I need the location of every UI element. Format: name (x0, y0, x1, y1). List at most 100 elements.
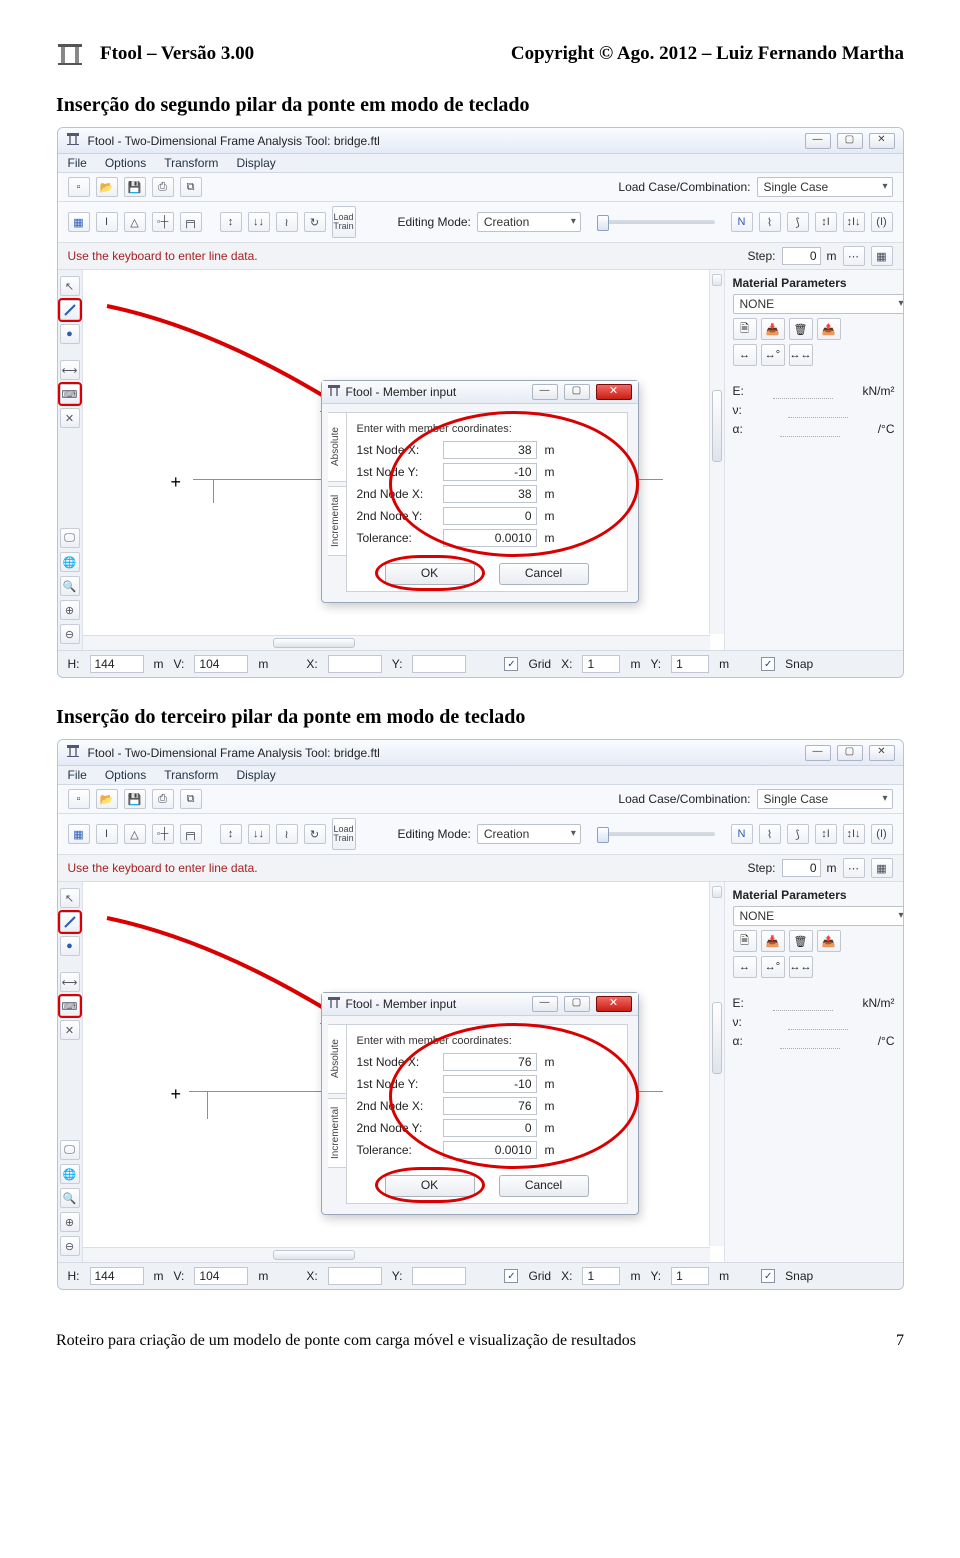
tool-select-icon[interactable]: ↖ (60, 276, 80, 296)
step-dot-icon[interactable]: ⋯ (843, 246, 865, 266)
menu-transform[interactable]: Transform (164, 768, 218, 782)
drawing-canvas[interactable]: + Ftool - Member input (83, 882, 725, 1262)
minimize-icon[interactable]: — (805, 133, 831, 149)
tool-cancel-icon[interactable]: ✕ (60, 1020, 80, 1040)
print-icon[interactable]: ⎙ (152, 789, 174, 809)
mat-import-icon[interactable]: 📥 (761, 930, 785, 952)
dialog-maximize-icon[interactable]: ▢ (564, 996, 590, 1012)
tool-temp-icon[interactable]: ≀ (276, 212, 298, 232)
tool-support-icon[interactable]: ▦ (68, 212, 90, 232)
close-icon[interactable]: ✕ (869, 745, 895, 761)
tool-dim-icon[interactable]: ⟷ (60, 360, 80, 380)
dialog-minimize-icon[interactable]: — (532, 384, 558, 400)
diagram-q-icon[interactable]: ⌇ (759, 824, 781, 844)
window-buttons[interactable]: — ▢ ✕ (805, 133, 895, 149)
cancel-button[interactable]: Cancel (499, 1175, 589, 1197)
menu-file[interactable]: File (68, 768, 87, 782)
diagram-n-icon[interactable]: N (731, 212, 753, 232)
step-value[interactable]: 0 (782, 859, 821, 877)
input-1sty[interactable]: -10 (443, 1075, 537, 1093)
menu-transform[interactable]: Transform (164, 156, 218, 170)
tool-cancel-icon[interactable]: ✕ (60, 408, 80, 428)
tool-keyboard-icon[interactable]: ⌨ (60, 384, 80, 404)
maximize-icon[interactable]: ▢ (837, 133, 863, 149)
diagram-n-icon[interactable]: N (731, 824, 753, 844)
tool-select-icon[interactable]: ↖ (60, 888, 80, 908)
tool-frame-icon[interactable]: ╒╕ (180, 824, 202, 844)
menu-display[interactable]: Display (236, 156, 275, 170)
mat-assign3-icon[interactable]: ↔↔ (789, 344, 813, 366)
minimize-icon[interactable]: — (805, 745, 831, 761)
tool-i-icon[interactable]: I (96, 824, 118, 844)
menubar[interactable]: File Options Transform Display (58, 766, 903, 785)
load-train-button[interactable]: Load Train (332, 206, 356, 238)
material-select[interactable]: NONE (733, 294, 904, 314)
diagram-il1-icon[interactable]: ↕I (815, 824, 837, 844)
step-dot-icon[interactable]: ⋯ (843, 858, 865, 878)
grid-x-value[interactable]: 1 (582, 655, 620, 673)
menu-display[interactable]: Display (236, 768, 275, 782)
tool-hinge-icon[interactable]: ◦┼ (152, 824, 174, 844)
tool-dload-icon[interactable]: ↓↓ (248, 824, 270, 844)
input-2ndx[interactable]: 76 (443, 1097, 537, 1115)
mat-new-icon[interactable]: 🗎 (733, 318, 757, 340)
tool-arrow-icon[interactable]: ↕ (220, 824, 242, 844)
tool-node-icon[interactable]: ● (60, 324, 80, 344)
zoom-in-icon[interactable]: ⊕ (60, 600, 80, 620)
mat-new-icon[interactable]: 🗎 (733, 930, 757, 952)
grid-y-value[interactable]: 1 (671, 1267, 709, 1285)
vertical-scrollbar[interactable] (709, 882, 724, 1246)
menu-options[interactable]: Options (105, 156, 146, 170)
dialog-close-icon[interactable]: ✕ (596, 996, 632, 1012)
print-icon[interactable]: ⎙ (152, 177, 174, 197)
mat-assign2-icon[interactable]: ↔° (761, 344, 785, 366)
tool-i-icon[interactable]: I (96, 212, 118, 232)
tool-moment-icon[interactable]: ↻ (304, 212, 326, 232)
snap-checkbox[interactable]: ✓ (761, 1269, 775, 1283)
tool-node-icon[interactable]: ● (60, 936, 80, 956)
load-train-button[interactable]: Load Train (332, 818, 356, 850)
input-1stx[interactable]: 38 (443, 441, 537, 459)
step-value[interactable]: 0 (782, 247, 821, 265)
open-icon[interactable]: 📂 (96, 177, 118, 197)
view-world-icon[interactable]: 🌐 (60, 552, 80, 572)
save-icon[interactable]: 💾 (124, 789, 146, 809)
tool-dload-icon[interactable]: ↓↓ (248, 212, 270, 232)
menubar[interactable]: File Options Transform Display (58, 154, 903, 173)
mat-assign2-icon[interactable]: ↔° (761, 956, 785, 978)
tool-hinge-icon[interactable]: ◦┼ (152, 212, 174, 232)
grid-checkbox[interactable]: ✓ (504, 657, 518, 671)
diagram-q-icon[interactable]: ⌇ (759, 212, 781, 232)
zoom-out-icon[interactable]: ⊖ (60, 624, 80, 644)
save-icon[interactable]: 💾 (124, 177, 146, 197)
window-buttons[interactable]: — ▢ ✕ (805, 745, 895, 761)
tool-line-icon[interactable] (60, 300, 80, 320)
input-1stx[interactable]: 76 (443, 1053, 537, 1071)
cancel-button[interactable]: Cancel (499, 563, 589, 585)
editing-mode-combo[interactable]: Creation (477, 212, 581, 232)
tool-moment-icon[interactable]: ↻ (304, 824, 326, 844)
diagram-m-icon[interactable]: ⟆ (787, 824, 809, 844)
load-case-combo[interactable]: Single Case (757, 789, 893, 809)
mat-delete-icon[interactable]: 🗑 (789, 930, 813, 952)
zoom-fit-icon[interactable]: 🔍 (60, 1188, 80, 1208)
zoom-slider[interactable] (597, 832, 715, 836)
diagram-il2-icon[interactable]: ↕I↓ (843, 212, 865, 232)
ok-button[interactable]: OK (385, 1175, 475, 1197)
dialog-maximize-icon[interactable]: ▢ (564, 384, 590, 400)
zoom-fit-icon[interactable]: 🔍 (60, 576, 80, 596)
grid-y-value[interactable]: 1 (671, 655, 709, 673)
tool-triangle-icon[interactable]: △ (124, 212, 146, 232)
close-icon[interactable]: ✕ (869, 133, 895, 149)
input-2ndy[interactable]: 0 (443, 507, 537, 525)
tool-dim-icon[interactable]: ⟷ (60, 972, 80, 992)
diagram-il2-icon[interactable]: ↕I↓ (843, 824, 865, 844)
open-icon[interactable]: 📂 (96, 789, 118, 809)
input-2ndx[interactable]: 38 (443, 485, 537, 503)
input-tol[interactable]: 0.0010 (443, 1141, 537, 1159)
menu-file[interactable]: File (68, 156, 87, 170)
mat-assign1-icon[interactable]: ↔ (733, 344, 757, 366)
copy-icon[interactable]: ⧉ (180, 177, 202, 197)
step-grid-icon[interactable]: ▦ (871, 858, 893, 878)
mat-assign3-icon[interactable]: ↔↔ (789, 956, 813, 978)
